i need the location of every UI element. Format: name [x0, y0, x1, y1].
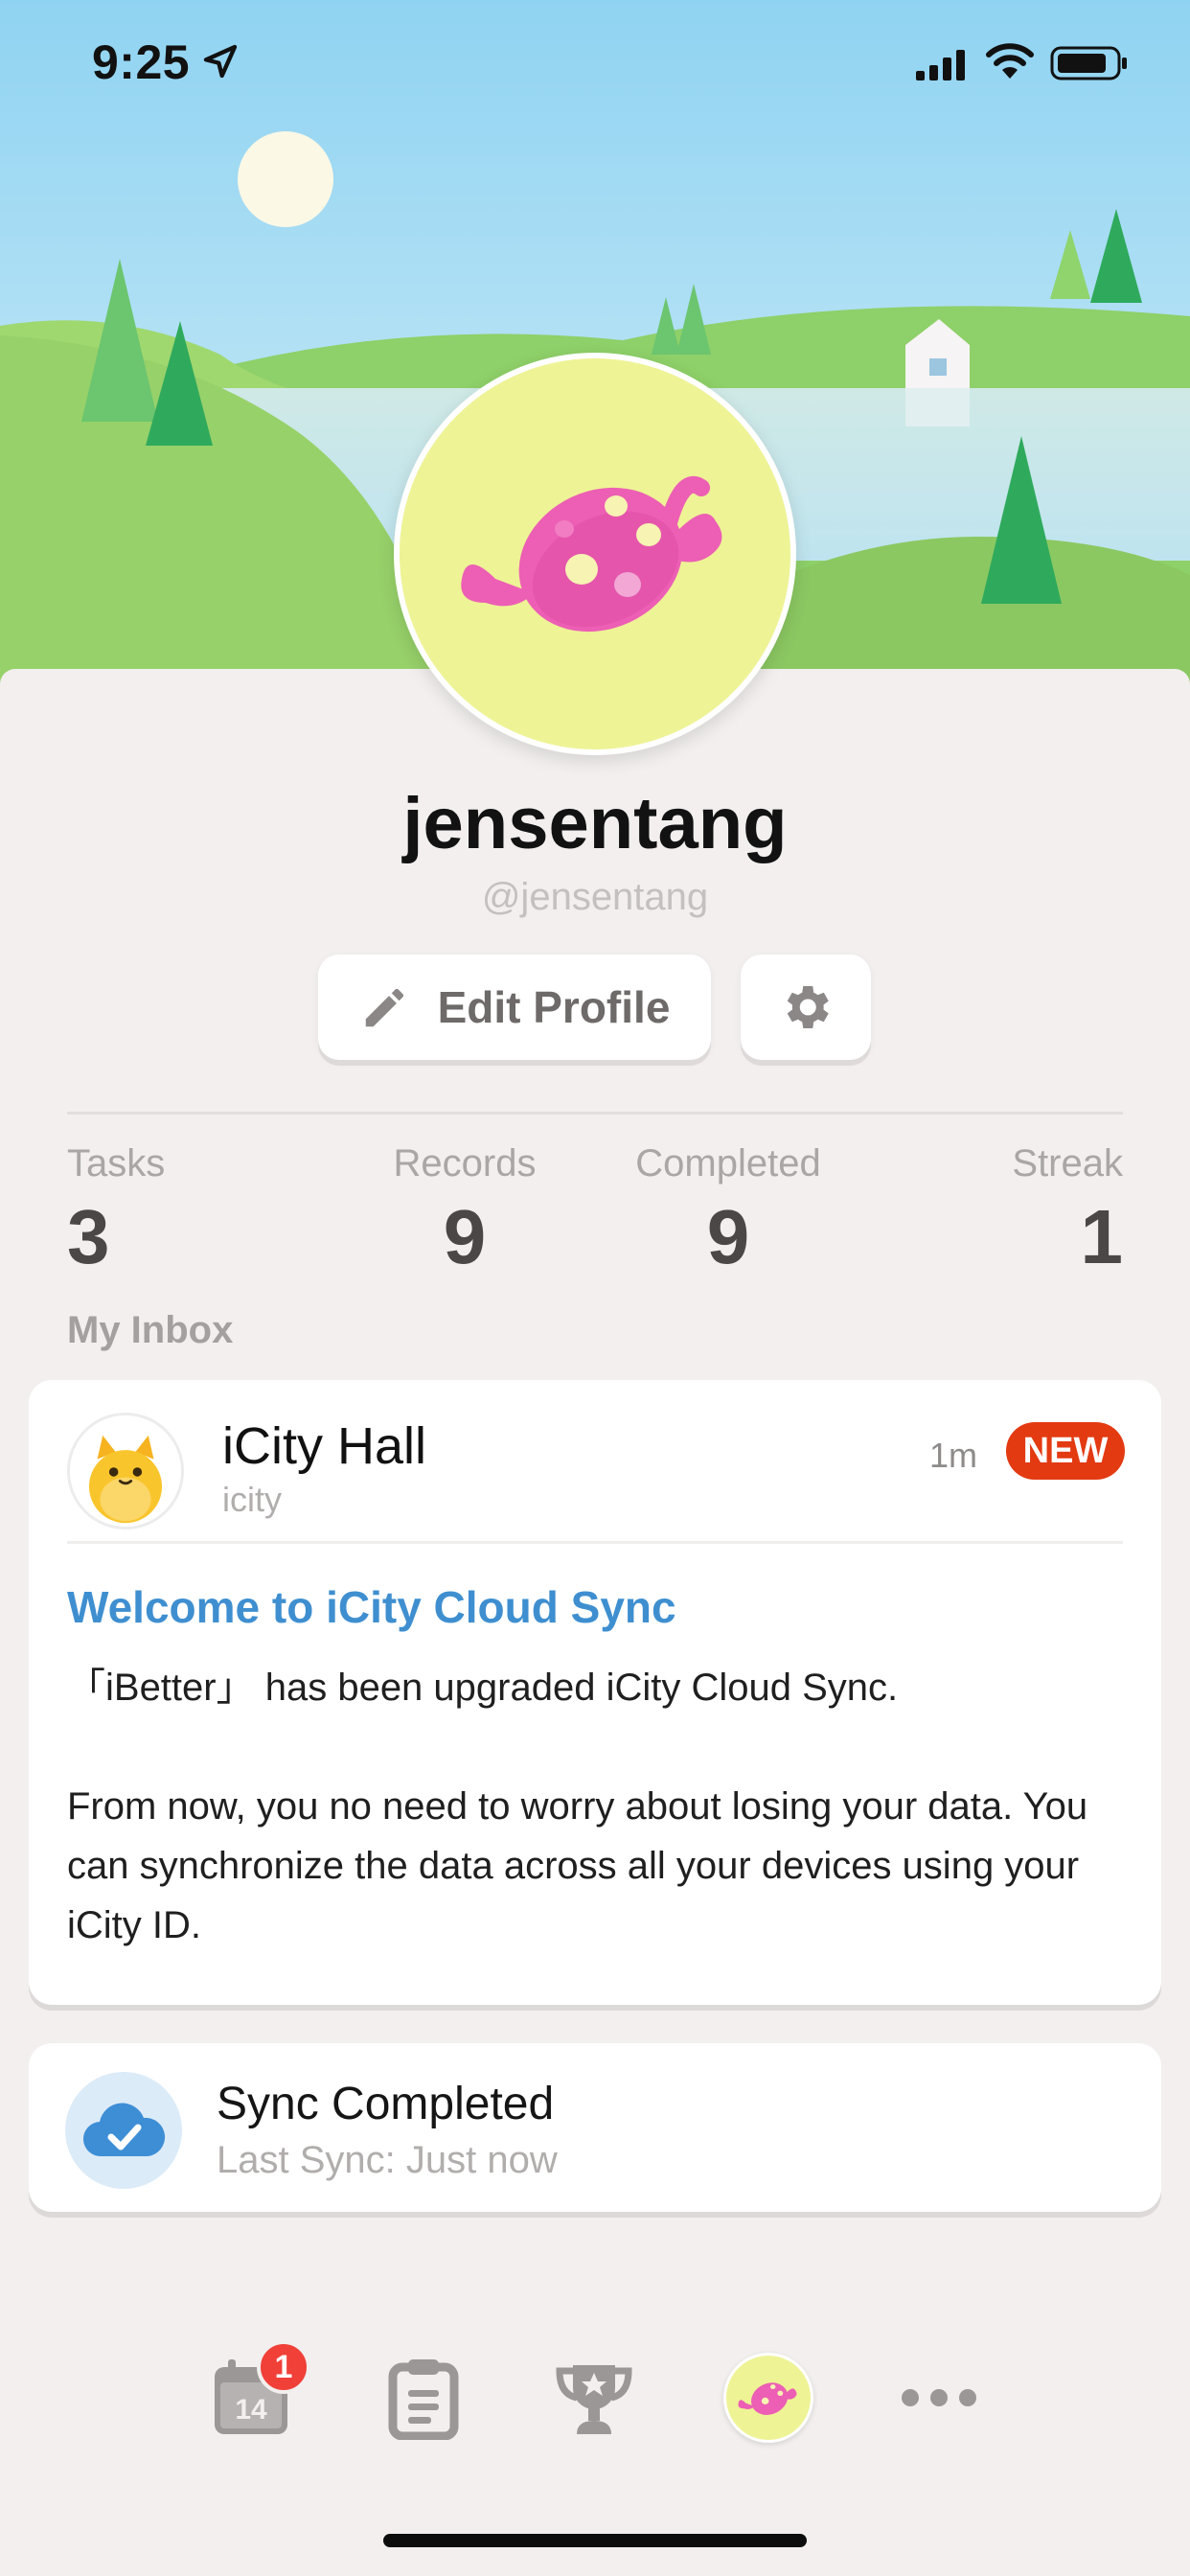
tab-profile-avatar — [723, 2353, 813, 2443]
stat-completed-label: Completed — [635, 1142, 821, 1184]
clipboard-icon — [388, 2359, 459, 2440]
calendar-badge: 1 — [257, 2340, 310, 2394]
new-badge: NEW — [1006, 1422, 1125, 1480]
icity-mascot-icon — [70, 1415, 181, 1527]
stats-divider — [67, 1112, 1123, 1115]
stat-streak-value: 1 — [1080, 1194, 1124, 1279]
tab-achievements[interactable] — [546, 2350, 642, 2446]
candy-icon — [738, 2382, 797, 2415]
sync-subtitle: Last Sync: Just now — [217, 2139, 558, 2181]
stat-streak-label: Streak — [1012, 1142, 1123, 1184]
tab-bar: 14 1 — [0, 2329, 1190, 2472]
stat-records-label: Records — [393, 1142, 537, 1184]
stat-completed[interactable]: Completed 9 — [613, 1142, 843, 1281]
tab-profile[interactable] — [721, 2350, 816, 2446]
battery-icon — [1050, 46, 1127, 80]
home-indicator[interactable] — [383, 2534, 807, 2547]
tab-calendar[interactable]: 14 1 — [203, 2340, 310, 2446]
display-name: jensentang — [402, 783, 788, 864]
inbox-section-title: My Inbox — [67, 1309, 234, 1351]
message-time: 1m — [929, 1436, 978, 1475]
gear-icon — [787, 986, 829, 1028]
inbox-message-card[interactable]: iCity Hall icity 1m NEW Welcome to iCity… — [29, 1380, 1161, 2005]
sender-name: iCity Hall — [222, 1417, 427, 1475]
more-dots-icon — [902, 2389, 976, 2406]
status-time: 9:25 — [92, 35, 191, 89]
stat-tasks-value: 3 — [67, 1194, 110, 1279]
cloud-check-icon — [65, 2072, 182, 2189]
sender-avatar — [67, 1413, 184, 1530]
profile-avatar[interactable] — [394, 353, 796, 755]
stat-streak[interactable]: Streak 1 — [1012, 1142, 1123, 1281]
message-body: 「iBetter」 has been upgraded iCity Cloud … — [67, 1667, 1088, 1946]
stat-records[interactable]: Records 9 — [364, 1142, 565, 1281]
location-arrow-icon — [203, 44, 238, 79]
candy-icon — [461, 475, 722, 632]
stat-completed-value: 9 — [706, 1194, 750, 1279]
card-divider — [67, 1541, 1123, 1544]
tab-more[interactable] — [891, 2350, 987, 2446]
message-title[interactable]: Welcome to iCity Cloud Sync — [67, 1581, 676, 1633]
status-bar: 9:25 — [0, 0, 1190, 126]
user-handle: @jensentang — [481, 876, 709, 918]
stat-tasks-label: Tasks — [67, 1142, 166, 1184]
edit-profile-label: Edit Profile — [437, 982, 671, 1032]
sender-handle: icity — [222, 1480, 282, 1519]
pencil-icon — [365, 988, 403, 1027]
trophy-icon — [556, 2365, 632, 2434]
stat-tasks[interactable]: Tasks 3 — [67, 1142, 165, 1281]
edit-profile-button[interactable]: Edit Profile — [318, 954, 711, 1060]
tab-records[interactable] — [376, 2350, 471, 2446]
cellular-signal-icon — [916, 50, 965, 80]
calendar-date: 14 — [235, 2394, 267, 2426]
sync-status-card[interactable]: Sync Completed Last Sync: Just now — [29, 2043, 1161, 2212]
wifi-icon — [986, 43, 1034, 79]
settings-button[interactable] — [741, 954, 871, 1060]
stat-records-value: 9 — [443, 1194, 487, 1279]
sync-title: Sync Completed — [217, 2079, 555, 2129]
